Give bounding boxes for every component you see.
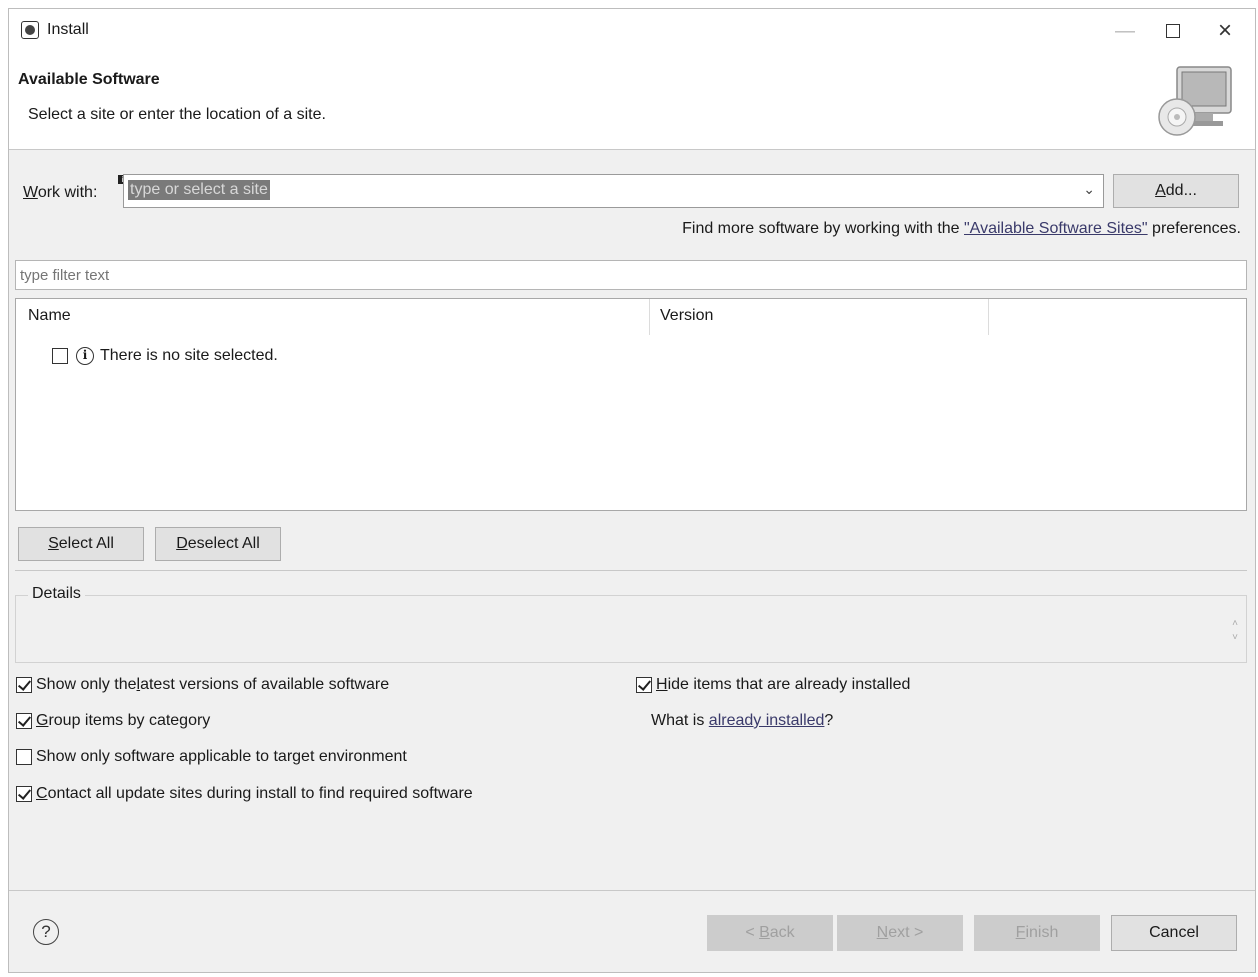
back-button[interactable]: < Back (707, 915, 833, 951)
group-post: roup items by category (48, 712, 211, 729)
contact-sites-checkbox[interactable] (16, 786, 32, 802)
maximize-button[interactable] (1153, 17, 1193, 45)
chevron-down-icon[interactable]: ⌄ (1083, 181, 1095, 198)
column-header-name[interactable]: Name (28, 307, 71, 325)
finish-button[interactable]: Finish (974, 915, 1100, 951)
divider (15, 570, 1247, 571)
computer-cd-icon (1158, 66, 1232, 136)
option-hide-installed[interactable]: Hide items that are already installed (636, 676, 910, 694)
hide-post: ide items that are already installed (667, 676, 911, 693)
target-environment-checkbox[interactable] (16, 749, 32, 765)
next-post: ext > (888, 924, 924, 941)
column-header-version[interactable]: Version (660, 307, 713, 325)
column-divider[interactable] (649, 299, 650, 335)
tree-row-checkbox[interactable] (52, 348, 68, 364)
what-is-prefix: What is (651, 712, 705, 729)
deselect-all-text: eselect All (187, 535, 260, 552)
select-all-text: elect All (58, 535, 114, 552)
app-icon (21, 21, 39, 39)
finish-accel: F (1015, 924, 1026, 941)
deselect-all-button[interactable]: Deselect All (155, 527, 281, 561)
info-icon: i (76, 347, 94, 365)
maximize-icon (1166, 24, 1180, 38)
software-tree[interactable]: Name Version i There is no site selected… (15, 298, 1247, 511)
contact-post: ontact all update sites during install t… (47, 785, 473, 802)
hide-installed-checkbox[interactable] (636, 677, 652, 693)
next-button[interactable]: Next > (837, 915, 963, 951)
filter-input[interactable] (16, 261, 1246, 289)
close-button[interactable]: × (1205, 17, 1245, 45)
dialog-header: Available Software Select a site or ente… (9, 51, 1255, 150)
minimize-button[interactable]: — (1105, 17, 1145, 45)
latest-versions-checkbox[interactable] (16, 677, 32, 693)
find-more-prefix: Find more software by working with the (682, 220, 964, 237)
page-title: Available Software (18, 71, 160, 88)
scroll-down-icon[interactable]: ˅ (1232, 632, 1238, 643)
deselect-all-accel: D (176, 535, 188, 552)
window-title: Install (47, 21, 89, 38)
back-post: ack (769, 924, 795, 941)
work-with-value[interactable]: type or select a site (128, 180, 270, 200)
work-with-accel: W (23, 184, 38, 201)
group-by-category-checkbox[interactable] (16, 713, 32, 729)
select-all-accel: S (48, 535, 59, 552)
option-group-by-category[interactable]: Group items by category (16, 712, 210, 730)
target-text: Show only software applicable to target … (36, 748, 407, 765)
option-latest-versions[interactable]: Show only the l atest versions of availab… (16, 676, 389, 694)
what-is-installed: What is already installed? (651, 712, 833, 730)
select-all-button[interactable]: Select All (18, 527, 144, 561)
title-bar: Install — × (9, 9, 1255, 51)
group-accel: G (36, 712, 49, 729)
back-accel: B (759, 924, 770, 941)
work-with-label: Work with: (23, 184, 97, 202)
option-target-environment[interactable]: Show only software applicable to target … (16, 748, 407, 766)
column-divider[interactable] (988, 299, 989, 335)
add-accel: A (1155, 182, 1166, 199)
tree-row-label: There is no site selected. (100, 347, 278, 364)
already-installed-link[interactable]: already installed (709, 712, 825, 730)
details-label: Details (28, 585, 85, 603)
tree-row[interactable]: i There is no site selected. (52, 347, 278, 365)
next-accel: N (876, 924, 889, 941)
cancel-button[interactable]: Cancel (1111, 915, 1237, 951)
help-icon[interactable]: ? (33, 919, 59, 945)
add-label-text: dd... (1165, 182, 1197, 199)
latest-post: atest versions of available software (140, 676, 390, 693)
latest-pre: Show only the (36, 676, 137, 693)
filter-field[interactable] (15, 260, 1247, 290)
hide-accel: H (656, 676, 668, 693)
finish-post: inish (1025, 924, 1059, 941)
what-is-suffix: ? (824, 712, 834, 729)
add-site-button[interactable]: Add... (1113, 174, 1239, 208)
details-group: Details ˄ ˅ (15, 585, 1247, 663)
option-contact-update-sites[interactable]: Contact all update sites during install … (16, 785, 473, 803)
page-subtitle: Select a site or enter the location of a… (28, 106, 326, 123)
install-dialog: Install — × Available Software Select a … (8, 8, 1256, 973)
available-software-sites-link[interactable]: "Available Software Sites" (964, 220, 1148, 237)
find-more-text: Find more software by working with the "… (682, 220, 1241, 238)
work-with-combo[interactable]: type or select a site ⌄ (123, 174, 1104, 208)
work-with-label-text: ork with: (37, 184, 98, 201)
footer-divider (9, 890, 1255, 891)
contact-accel: C (36, 785, 48, 802)
find-more-suffix: preferences. (1147, 220, 1241, 237)
back-pre: < (745, 924, 755, 941)
scroll-up-icon[interactable]: ˄ (1232, 618, 1238, 629)
